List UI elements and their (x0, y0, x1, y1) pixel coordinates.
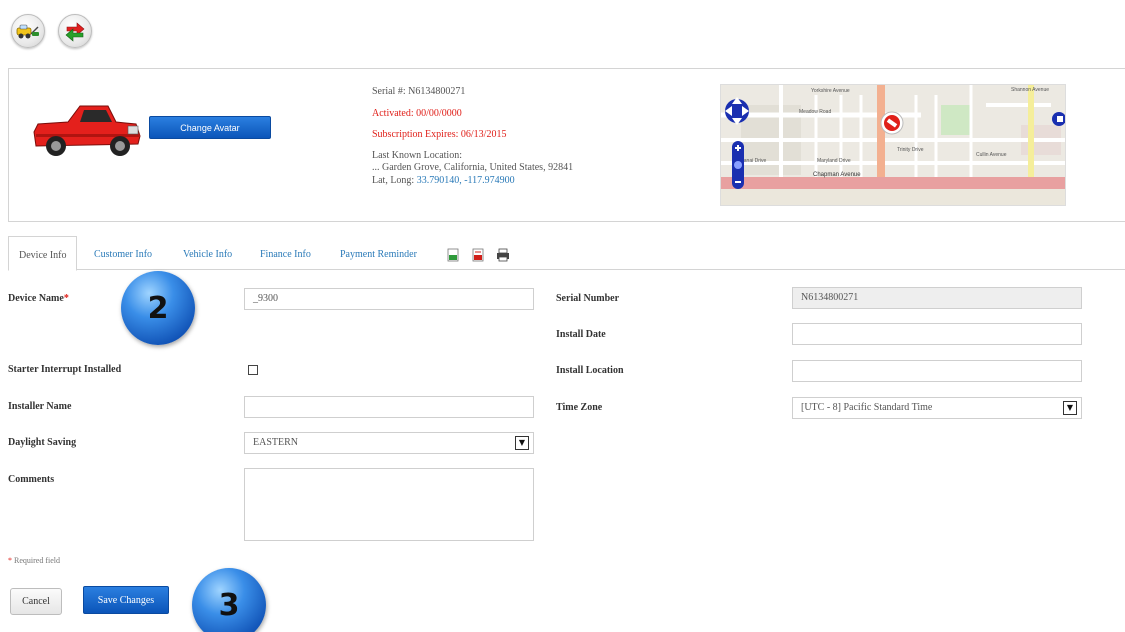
save-changes-button[interactable]: Save Changes (83, 586, 169, 614)
map-zoom-control[interactable] (729, 141, 747, 189)
chevron-down-icon[interactable]: ▼ (1063, 401, 1077, 415)
location-map[interactable]: Chapman Avenue Yorkshire Avenue Meadow R… (720, 84, 1066, 206)
time-zone-label: Time Zone (556, 402, 603, 413)
transfer-arrows-icon (65, 22, 85, 42)
installer-name-label: Installer Name (8, 401, 72, 412)
required-note-asterisk: * (8, 556, 12, 565)
tab-device-info[interactable]: Device Info (8, 236, 78, 271)
required-note-text: Required field (14, 556, 60, 565)
install-date-label: Install Date (556, 329, 606, 340)
map-pan-control[interactable] (723, 91, 751, 131)
change-avatar-button[interactable]: Change Avatar (149, 116, 271, 139)
tab-vehicle-info[interactable]: Vehicle Info (183, 236, 232, 270)
install-location-label: Install Location (556, 365, 624, 376)
installer-name-input[interactable] (244, 396, 534, 418)
tow-truck-button[interactable] (11, 14, 45, 48)
map-label-maryland: Maryland Drive (817, 158, 851, 164)
step-badge-3: 3 (192, 568, 266, 632)
detail-tabs (8, 236, 1125, 270)
starter-interrupt-checkbox[interactable] (248, 365, 258, 375)
chevron-down-icon[interactable]: ▼ (515, 436, 529, 450)
excel-icon[interactable] (447, 248, 459, 262)
print-icon[interactable] (496, 248, 510, 262)
tab-payment-reminder[interactable]: Payment Reminder (340, 236, 417, 270)
map-pan-right-icon[interactable] (1051, 111, 1066, 127)
latlong-link[interactable]: 33.790140, -117.974900 (417, 175, 515, 186)
cancel-button[interactable]: Cancel (10, 588, 62, 615)
map-label-yorkshire: Yorkshire Avenue (811, 88, 850, 94)
tow-truck-icon (16, 24, 39, 39)
required-asterisk: * (63, 293, 69, 304)
map-label-meadow: Meadow Road (799, 109, 832, 115)
latlong-line: Lat, Long: 33.790140, -117.974900 (372, 175, 515, 186)
serial-number-field: N6134800271 (792, 287, 1082, 309)
install-location-input[interactable] (792, 360, 1082, 382)
time-zone-value: [UTC - 8] Pacific Standard Time (801, 402, 933, 413)
install-date-input[interactable] (792, 323, 1082, 345)
serial-number-label: Serial Number (556, 293, 620, 304)
daylight-saving-select[interactable]: EASTERN ▼ (244, 432, 534, 454)
step-badge-2: 2 (121, 271, 195, 345)
serial-line: Serial #: N6134800271 (372, 86, 466, 97)
map-label-cullin: Cullin Avenue (976, 152, 1007, 158)
latlong-label: Lat, Long: (372, 175, 415, 186)
required-field-note: * Required field (8, 556, 60, 565)
activated-line: Activated: 00/00/0000 (372, 108, 462, 119)
location-pin-icon (880, 111, 904, 135)
vehicle-avatar (33, 105, 141, 156)
device-name-input[interactable]: _9300 (244, 288, 534, 310)
transfer-button[interactable] (58, 14, 92, 48)
tab-customer-info[interactable]: Customer Info (94, 236, 152, 270)
last-location-address: ... Garden Grove, California, United Sta… (372, 162, 574, 173)
comments-textarea[interactable] (244, 468, 534, 541)
subscription-expires-line: Subscription Expires: 06/13/2015 (372, 129, 507, 140)
map-label-chapman: Chapman Avenue (813, 172, 861, 178)
time-zone-select[interactable]: [UTC - 8] Pacific Standard Time ▼ (792, 397, 1082, 419)
last-location-label: Last Known Location: (372, 150, 462, 161)
device-name-label-text: Device Name (8, 293, 64, 304)
map-label-shannon: Shannon Avenue (1011, 87, 1050, 93)
pdf-icon[interactable] (472, 248, 484, 262)
map-tiles (721, 85, 1065, 205)
tab-finance-info[interactable]: Finance Info (260, 236, 311, 270)
device-name-label: Device Name* (8, 293, 69, 304)
comments-label: Comments (8, 474, 55, 485)
daylight-saving-label: Daylight Saving (8, 437, 77, 448)
daylight-saving-value: EASTERN (253, 437, 298, 448)
starter-interrupt-label: Starter Interrupt Installed (8, 364, 122, 375)
map-label-trinity: Trinity Drive (897, 147, 924, 153)
